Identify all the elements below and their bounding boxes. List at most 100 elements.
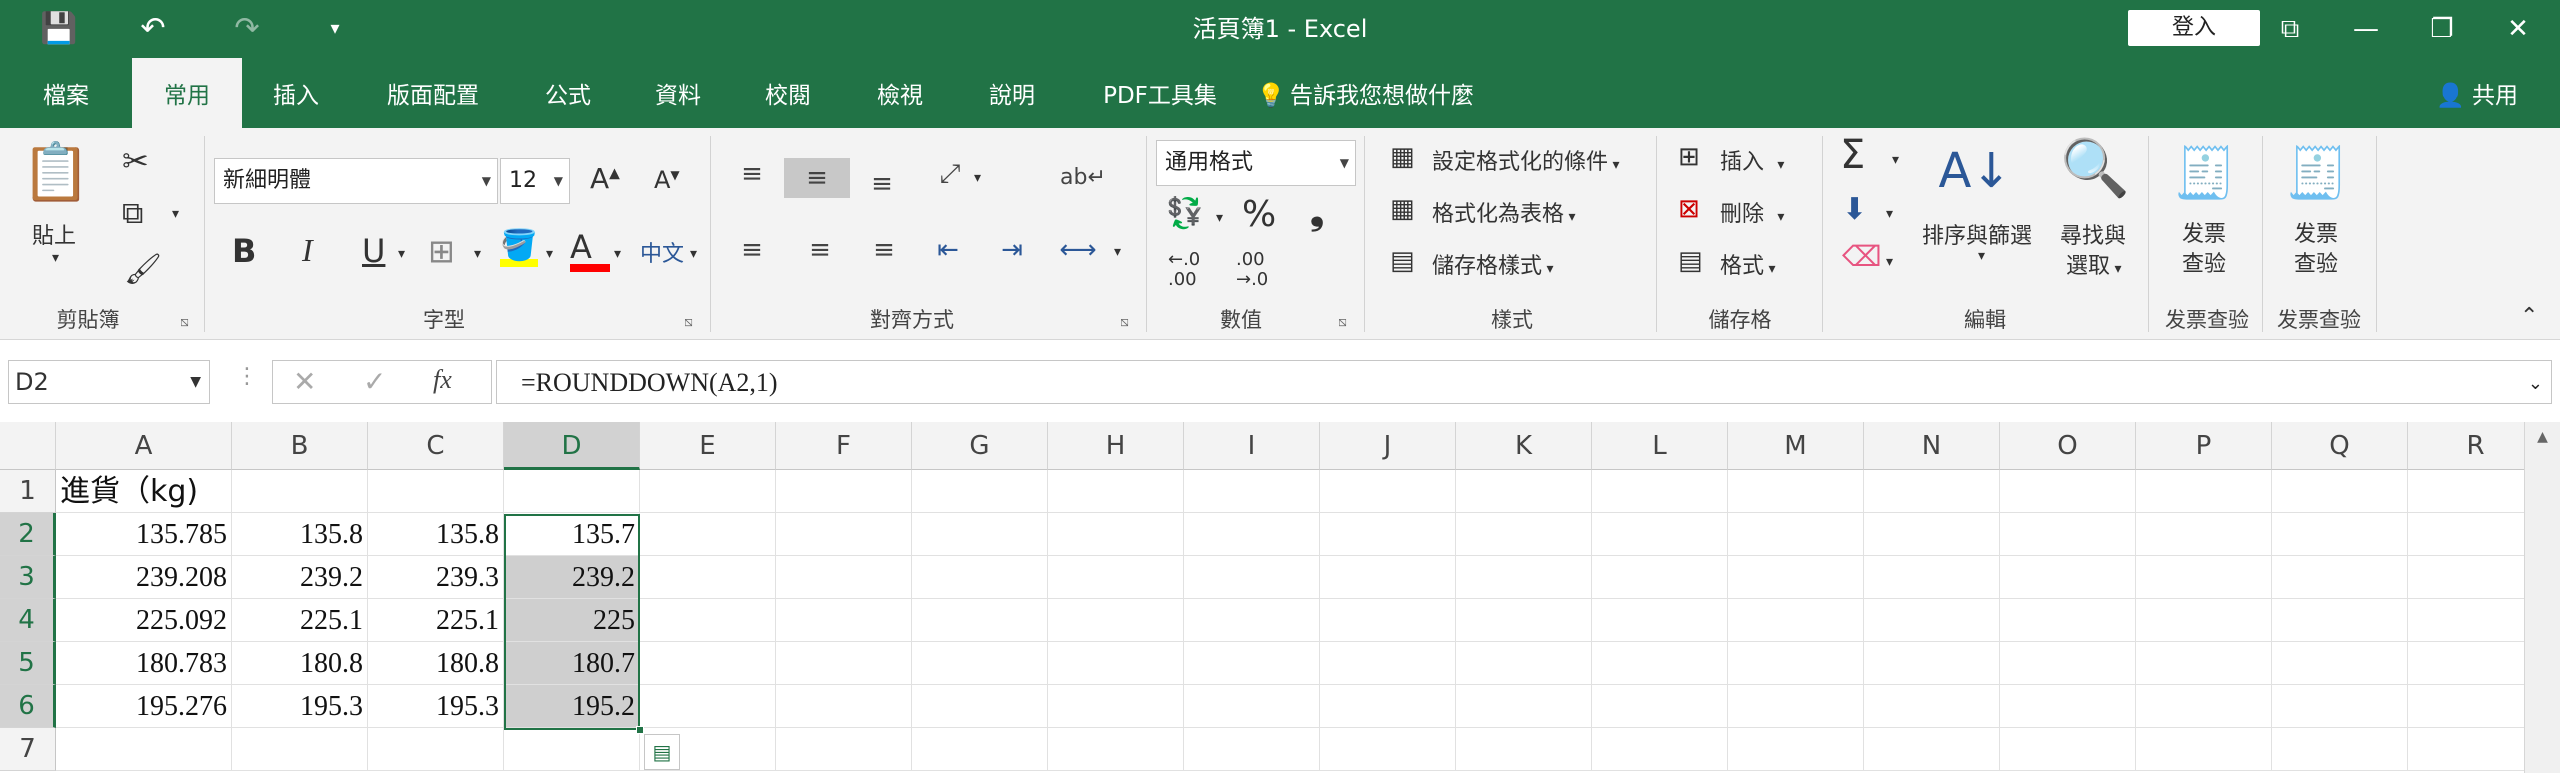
chevron-down-icon[interactable]: ▼ bbox=[190, 361, 201, 403]
cell-D5[interactable]: 180.7 bbox=[504, 642, 640, 685]
cell-F1[interactable] bbox=[776, 470, 912, 513]
expand-formula-bar-icon[interactable]: ⌄ bbox=[2528, 361, 2543, 405]
column-header-Q[interactable]: Q bbox=[2272, 422, 2408, 470]
align-left-icon[interactable]: ≡ bbox=[732, 230, 772, 270]
cell-L3[interactable] bbox=[1592, 556, 1728, 599]
cell-H6[interactable] bbox=[1048, 685, 1184, 728]
cell-G5[interactable] bbox=[912, 642, 1048, 685]
cell-O5[interactable] bbox=[2000, 642, 2136, 685]
cell-N7[interactable] bbox=[1864, 728, 2000, 771]
merge-center-icon[interactable]: ⟷ bbox=[1058, 230, 1098, 270]
cell-styles-button[interactable]: 儲存格樣式 ▾ bbox=[1432, 248, 1554, 280]
percent-style-button[interactable]: % bbox=[1242, 194, 1276, 235]
column-header-C[interactable]: C bbox=[368, 422, 504, 470]
cell-C1[interactable] bbox=[368, 470, 504, 513]
cell-E1[interactable] bbox=[640, 470, 776, 513]
cell-H1[interactable] bbox=[1048, 470, 1184, 513]
merge-dropdown-icon[interactable]: ▾ bbox=[1114, 244, 1121, 260]
select-all-corner[interactable] bbox=[0, 422, 56, 470]
cell-O6[interactable] bbox=[2000, 685, 2136, 728]
number-dialog-launcher-icon[interactable]: ⧅ bbox=[1338, 314, 1347, 330]
cell-M2[interactable] bbox=[1728, 513, 1864, 556]
cell-E2[interactable] bbox=[640, 513, 776, 556]
cut-icon[interactable]: ✂ bbox=[122, 142, 149, 180]
format-cells-icon[interactable]: ▤ bbox=[1678, 246, 1703, 276]
cell-A5[interactable]: 180.783 bbox=[56, 642, 232, 685]
cell-D7[interactable] bbox=[504, 728, 640, 771]
cell-K7[interactable] bbox=[1456, 728, 1592, 771]
column-header-K[interactable]: K bbox=[1456, 422, 1592, 470]
delete-cells-icon[interactable]: ⊠ bbox=[1678, 194, 1700, 224]
font-name-combo[interactable]: 新細明體 ▼ bbox=[214, 158, 498, 204]
row-header-7[interactable]: 7 bbox=[0, 728, 56, 771]
cell-J4[interactable] bbox=[1320, 599, 1456, 642]
cell-H4[interactable] bbox=[1048, 599, 1184, 642]
cell-B3[interactable]: 239.2 bbox=[232, 556, 368, 599]
cell-M1[interactable] bbox=[1728, 470, 1864, 513]
wrap-text-icon[interactable]: ab↵ bbox=[1060, 158, 1106, 198]
cell-P3[interactable] bbox=[2136, 556, 2272, 599]
cell-B2[interactable]: 135.8 bbox=[232, 513, 368, 556]
cell-B1[interactable] bbox=[232, 470, 368, 513]
close-icon[interactable]: ✕ bbox=[2488, 8, 2548, 50]
align-right-icon[interactable]: ≡ bbox=[864, 230, 904, 270]
cell-C2[interactable]: 135.8 bbox=[368, 513, 504, 556]
cell-C3[interactable]: 239.3 bbox=[368, 556, 504, 599]
cell-O3[interactable] bbox=[2000, 556, 2136, 599]
orientation-icon[interactable]: ⤢ bbox=[930, 154, 970, 194]
cell-L6[interactable] bbox=[1592, 685, 1728, 728]
cell-N3[interactable] bbox=[1864, 556, 2000, 599]
cell-G6[interactable] bbox=[912, 685, 1048, 728]
undo-icon[interactable]: ↶ bbox=[128, 10, 178, 48]
row-header-3[interactable]: 3 bbox=[0, 556, 56, 599]
cell-Q1[interactable] bbox=[2272, 470, 2408, 513]
cell-I5[interactable] bbox=[1184, 642, 1320, 685]
cell-N2[interactable] bbox=[1864, 513, 2000, 556]
paste-dropdown-icon[interactable]: ▾ bbox=[52, 250, 59, 266]
cell-J2[interactable] bbox=[1320, 513, 1456, 556]
borders-icon[interactable]: ⊞ bbox=[428, 232, 455, 270]
font-dialog-launcher-icon[interactable]: ⧅ bbox=[684, 314, 693, 330]
orientation-dropdown-icon[interactable]: ▾ bbox=[974, 170, 981, 186]
cell-J3[interactable] bbox=[1320, 556, 1456, 599]
cell-A6[interactable]: 195.276 bbox=[56, 685, 232, 728]
cell-B5[interactable]: 180.8 bbox=[232, 642, 368, 685]
column-header-A[interactable]: A bbox=[56, 422, 232, 470]
cell-B6[interactable]: 195.3 bbox=[232, 685, 368, 728]
sort-filter-icon[interactable]: A↓ bbox=[1930, 136, 2020, 206]
cell-F6[interactable] bbox=[776, 685, 912, 728]
tab-page-layout[interactable]: 版面配置 bbox=[368, 58, 498, 128]
fill-color-dropdown-icon[interactable]: ▾ bbox=[546, 246, 553, 262]
accounting-dropdown-icon[interactable]: ▾ bbox=[1216, 210, 1223, 226]
align-top-icon[interactable]: ≡ bbox=[732, 154, 772, 194]
cell-Q7[interactable] bbox=[2272, 728, 2408, 771]
invoice-check2-label-1[interactable]: 发票 bbox=[2294, 216, 2338, 248]
clear-icon[interactable]: ⌫ bbox=[1842, 240, 1882, 273]
cell-A7[interactable] bbox=[56, 728, 232, 771]
tab-home[interactable]: 常用 bbox=[132, 58, 242, 128]
cell-F5[interactable] bbox=[776, 642, 912, 685]
cell-C7[interactable] bbox=[368, 728, 504, 771]
cell-E4[interactable] bbox=[640, 599, 776, 642]
italic-button[interactable]: I bbox=[302, 232, 313, 269]
decrease-decimal-button[interactable]: .00 →.0 bbox=[1236, 250, 1268, 290]
formula-input[interactable]: =ROUNDDOWN(A2,1) ⌄ bbox=[496, 360, 2552, 404]
row-header-6[interactable]: 6 bbox=[0, 685, 56, 728]
cell-O4[interactable] bbox=[2000, 599, 2136, 642]
increase-indent-icon[interactable]: ⇥ bbox=[992, 230, 1032, 270]
cell-P4[interactable] bbox=[2136, 599, 2272, 642]
cancel-icon[interactable]: ✕ bbox=[293, 365, 316, 398]
scroll-up-icon[interactable]: ▲ bbox=[2525, 422, 2560, 452]
font-size-combo[interactable]: 12 ▼ bbox=[500, 158, 570, 204]
row-header-4[interactable]: 4 bbox=[0, 599, 56, 642]
underline-button[interactable]: U bbox=[362, 232, 385, 270]
cell-I6[interactable] bbox=[1184, 685, 1320, 728]
cell-A1[interactable]: 進貨（kg) bbox=[56, 470, 232, 513]
cell-H3[interactable] bbox=[1048, 556, 1184, 599]
cell-G2[interactable] bbox=[912, 513, 1048, 556]
more-options-icon[interactable]: ⋮ bbox=[236, 364, 258, 389]
cell-M6[interactable] bbox=[1728, 685, 1864, 728]
cell-L7[interactable] bbox=[1592, 728, 1728, 771]
maximize-icon[interactable]: ❐ bbox=[2412, 8, 2472, 50]
sort-filter-button[interactable]: 排序與篩選 bbox=[1922, 218, 2032, 250]
